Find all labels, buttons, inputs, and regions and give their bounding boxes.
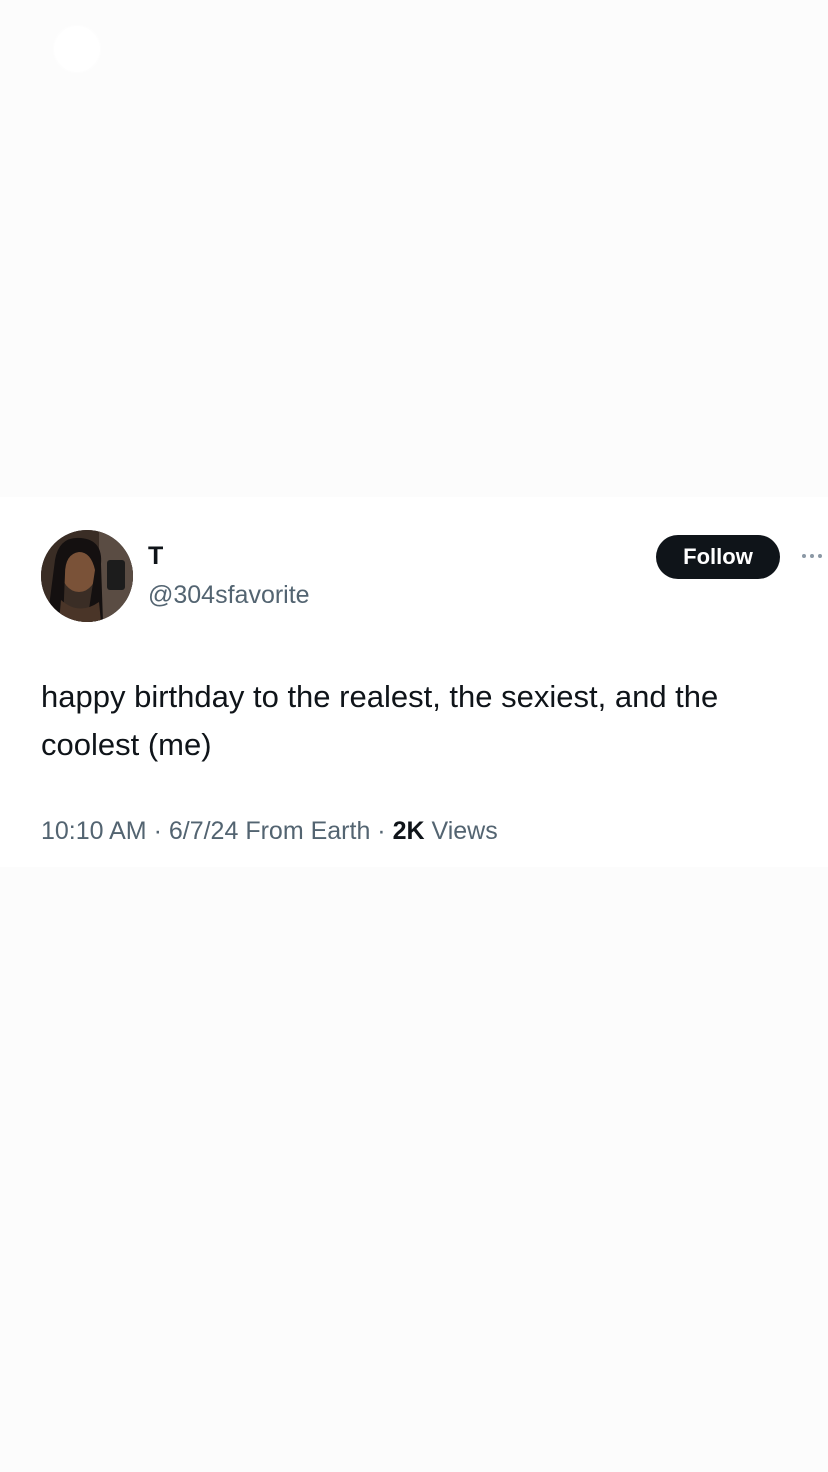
views-label: Views <box>424 817 498 845</box>
more-horizontal-icon[interactable] <box>800 549 828 563</box>
tweet-location: From Earth <box>238 817 371 845</box>
author-handle[interactable]: @304sfavorite <box>148 580 310 610</box>
meta-separator: · <box>370 817 393 845</box>
follow-button[interactable]: Follow <box>656 535 780 579</box>
tweet-time[interactable]: 10:10 AM <box>41 817 147 845</box>
tweet-date[interactable]: 6/7/24 <box>169 817 239 845</box>
views-count[interactable]: 2K <box>393 817 425 845</box>
author-name[interactable]: T <box>148 541 163 571</box>
tweet-text: happy birthday to the realest, the sexie… <box>41 679 719 762</box>
tweet-card: T @304sfavorite Follow happy birthday to… <box>0 497 828 867</box>
tweet-metadata: 10:10 AM · 6/7/24 From Earth · 2K Views <box>41 815 498 847</box>
avatar-image <box>41 530 133 622</box>
meta-separator: · <box>146 817 169 845</box>
avatar[interactable] <box>41 530 133 622</box>
screenshot-page: T @304sfavorite Follow happy birthday to… <box>0 0 828 1472</box>
blurred-overlay <box>54 26 100 72</box>
